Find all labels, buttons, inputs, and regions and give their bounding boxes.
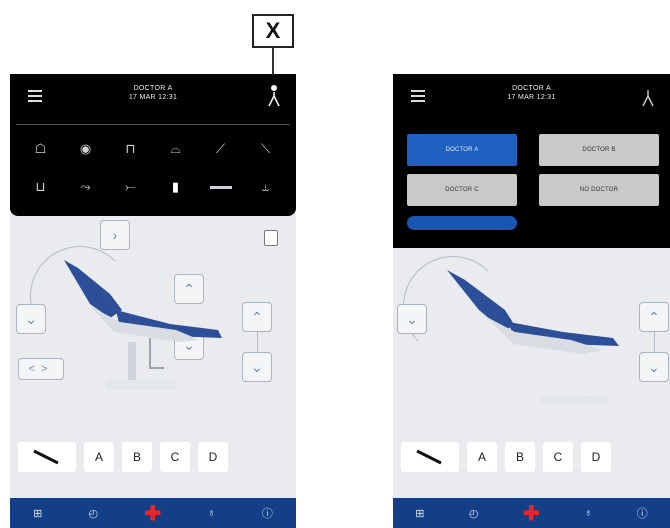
backrest-down-button[interactable]: ⌄ xyxy=(16,304,46,334)
lamp-icon[interactable]: ☖ xyxy=(18,130,63,168)
emergency-cross-icon[interactable]: ✚ xyxy=(523,501,540,526)
bottom-bar: ⊞ ◴ ✚ ♁ ⓘ xyxy=(10,498,296,528)
no-doctor-button[interactable]: NO DOCTOR xyxy=(539,174,659,206)
microphone-icon[interactable]: ♁ xyxy=(584,507,592,519)
chair-up-button[interactable]: ⌃ xyxy=(242,302,272,332)
lock-icon[interactable] xyxy=(264,230,278,246)
left-screen: DOCTOR A 17 MAR 12:31 ☖ ◉ ⊓ ⌓ ⟋ ⟍ ⊔ ⤳ ⤚ … xyxy=(10,74,296,528)
cup-icon[interactable]: ⊓ xyxy=(108,130,153,168)
callout-label: X xyxy=(252,14,294,48)
backrest-down-button[interactable]: ⌄ xyxy=(397,304,427,334)
basin-fill-icon[interactable]: ⌓ xyxy=(153,130,198,168)
tool-a-button[interactable]: A xyxy=(467,442,497,472)
dental-chair-illustration xyxy=(447,270,619,404)
height-guide xyxy=(654,332,655,354)
datetime: 17 MAR 12:31 xyxy=(128,94,178,101)
handpiece-icon xyxy=(33,449,59,465)
doctor-b-button[interactable]: DOCTOR B xyxy=(539,134,659,166)
tool-d-button[interactable]: D xyxy=(581,442,611,472)
water-spray-icon[interactable]: ⤳ xyxy=(63,168,108,206)
chair-position-1-icon[interactable]: ⟋ xyxy=(198,130,243,168)
rotate-left-icon: < xyxy=(28,363,41,375)
tool-d-button[interactable]: D xyxy=(198,442,228,472)
settings-icon[interactable]: ⊞ xyxy=(415,507,424,520)
chair-position-2-icon[interactable]: ⟍ xyxy=(243,130,288,168)
eye-icon[interactable]: ◉ xyxy=(63,130,108,168)
function-icon-panel: ☖ ◉ ⊓ ⌓ ⟋ ⟍ ⊔ ⤳ ⤚ ▮ ⥿ xyxy=(10,124,296,216)
doctor-c-button[interactable]: DOCTOR C xyxy=(407,174,517,206)
headrest-forward-button[interactable]: › xyxy=(100,220,130,250)
tool-c-button[interactable]: C xyxy=(543,442,573,472)
doctor-a-button[interactable]: DOCTOR A xyxy=(407,134,517,166)
datetime: 17 MAR 12:31 xyxy=(507,94,556,101)
chair-control-area: ⌄ ⌃ ⌄ xyxy=(393,216,670,446)
user-name: DOCTOR A xyxy=(512,85,551,92)
bottle-icon[interactable]: ▮ xyxy=(153,168,198,206)
info-icon[interactable]: ⓘ xyxy=(637,505,648,521)
tool-row: A B C D xyxy=(18,442,228,472)
tool-b-button[interactable]: B xyxy=(505,442,535,472)
user-header[interactable]: DOCTOR A 17 MAR 12:31 xyxy=(393,84,670,102)
timer-icon[interactable]: ◴ xyxy=(89,507,99,520)
tool-a-button[interactable]: A xyxy=(84,442,114,472)
icon-grid: ☖ ◉ ⊓ ⌓ ⟋ ⟍ ⊔ ⤳ ⤚ ▮ ⥿ xyxy=(18,130,288,206)
chair-control-area: › ⌄ ⌃ ⌄ < > ⌃ ⌄ xyxy=(10,216,296,446)
chair-reset-icon[interactable]: ⥿ xyxy=(243,168,288,206)
bar-icon[interactable] xyxy=(198,168,243,206)
settings-icon[interactable]: ⊞ xyxy=(33,507,42,520)
dental-chair-illustration xyxy=(64,260,222,390)
stage: X DOCTOR A 17 MAR 12:31 ☖ ◉ ⊓ ⌓ ⟋ ⟍ ⊔ ⤳ … xyxy=(0,0,670,528)
tool-row: A B C D xyxy=(401,442,611,472)
cup-fill-icon[interactable]: ⊔ xyxy=(18,168,63,206)
tool-b-button[interactable]: B xyxy=(122,442,152,472)
right-screen: DOCTOR A 17 MAR 12:31 DOCTOR A DOCTOR B … xyxy=(393,74,670,528)
timer-icon[interactable]: ◴ xyxy=(469,507,479,520)
handpiece-button[interactable] xyxy=(18,442,76,472)
top-bar: DOCTOR A 17 MAR 12:31 xyxy=(10,74,296,124)
user-switch-icon[interactable] xyxy=(266,84,282,108)
bottom-bar: ⊞ ◴ ✚ ♁ ⓘ xyxy=(393,498,670,528)
emergency-cross-icon[interactable]: ✚ xyxy=(144,501,161,526)
microphone-icon[interactable]: ♁ xyxy=(207,507,215,519)
user-header[interactable]: DOCTOR A 17 MAR 12:31 xyxy=(10,84,296,102)
info-icon[interactable]: ⓘ xyxy=(262,505,273,521)
height-guide xyxy=(257,332,258,354)
handpiece-button[interactable] xyxy=(401,442,459,472)
user-switch-icon[interactable] xyxy=(640,84,656,108)
tool-c-button[interactable]: C xyxy=(160,442,190,472)
user-name: DOCTOR A xyxy=(133,85,173,92)
divider xyxy=(16,124,290,125)
handpiece-icon xyxy=(416,449,442,465)
top-bar: DOCTOR A 17 MAR 12:31 xyxy=(393,74,670,124)
chair-down-button[interactable]: ⌄ xyxy=(242,352,272,382)
air-spray-icon[interactable]: ⤚ xyxy=(108,168,153,206)
